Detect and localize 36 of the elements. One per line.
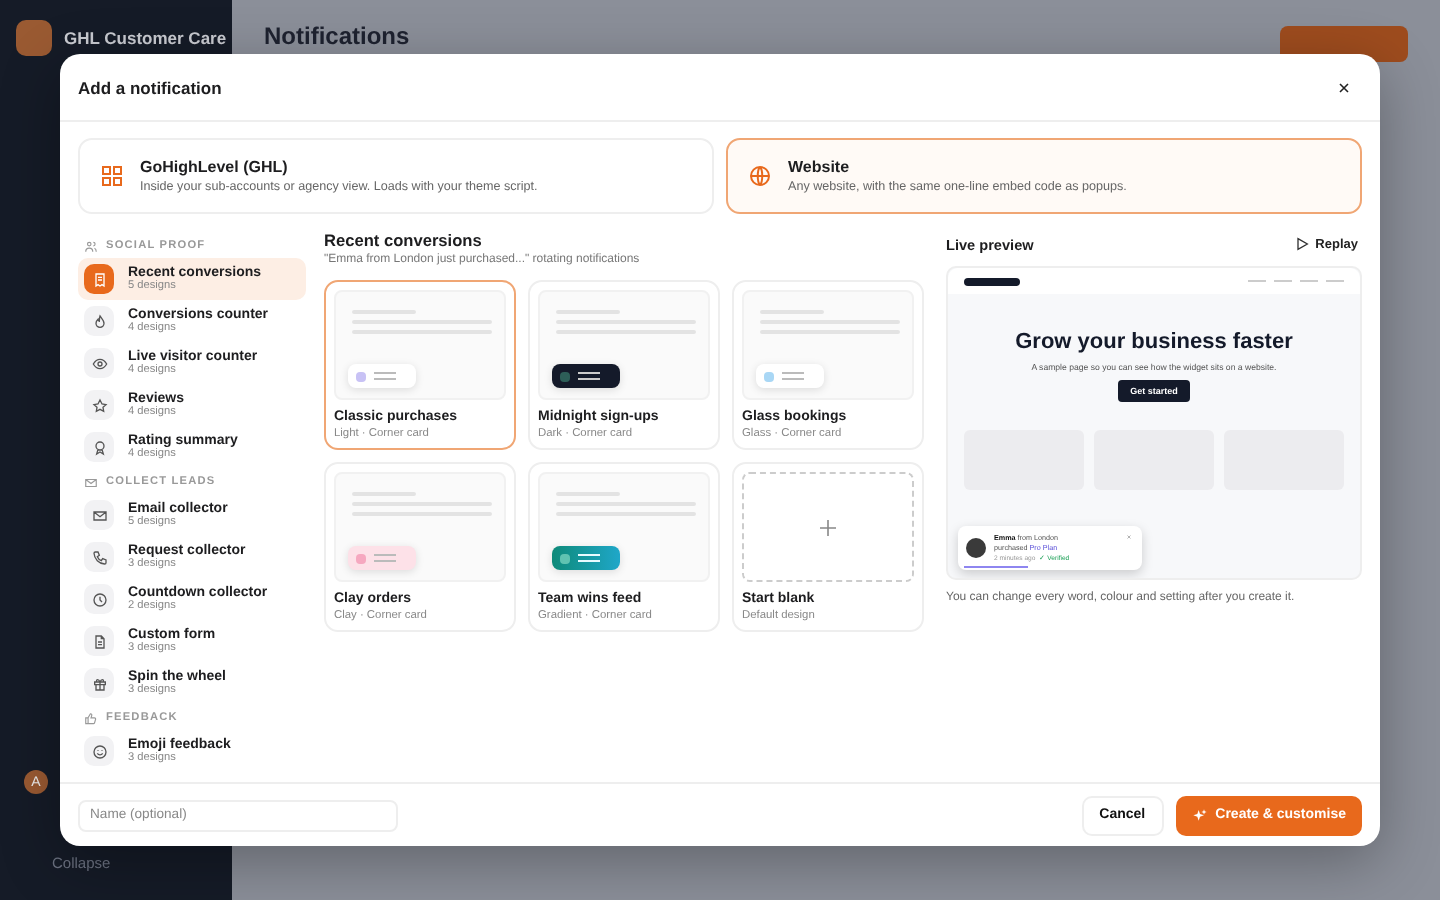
close-icon	[1126, 534, 1132, 540]
envelope-icon	[84, 475, 98, 489]
plus-icon	[816, 515, 840, 539]
toast-preview-drawing	[756, 364, 824, 388]
award-icon	[91, 439, 107, 455]
envelope-icon	[91, 507, 107, 523]
eye-icon	[91, 355, 107, 371]
people-icon	[84, 239, 98, 253]
toast-preview-drawing	[348, 546, 416, 570]
play-icon	[1293, 236, 1310, 252]
avatar-placeholder	[966, 538, 986, 558]
gift-icon	[91, 675, 107, 691]
globe-icon	[748, 164, 772, 188]
close-icon[interactable]	[1336, 79, 1352, 95]
platform-name: GoHighLevel (GHL)	[140, 158, 290, 176]
clock-icon	[91, 591, 107, 607]
toast-preview-drawing	[552, 364, 620, 388]
flame-icon	[91, 313, 107, 329]
star-icon	[91, 397, 107, 413]
sparkle-icon	[1191, 807, 1208, 823]
thumbs-up-icon	[84, 711, 98, 725]
receipt-icon	[91, 271, 107, 287]
category-title: Recent conversions	[324, 230, 484, 250]
logo-bar-drawing	[964, 277, 1020, 285]
platform-name: Website	[788, 158, 852, 176]
workspace-name: GHL Customer Care	[64, 28, 227, 48]
phone-icon	[91, 549, 107, 565]
toast-preview-drawing	[552, 546, 620, 570]
grid-icon	[100, 164, 124, 188]
nav-links-drawing	[1248, 279, 1344, 283]
page-title: Notifications	[264, 20, 410, 52]
dialog-title: Add a notification	[78, 77, 222, 97]
toast-preview-drawing	[348, 364, 416, 388]
document-icon	[91, 633, 107, 649]
smiley-icon	[91, 743, 107, 759]
preview-headline: Grow your business faster	[1015, 330, 1293, 354]
